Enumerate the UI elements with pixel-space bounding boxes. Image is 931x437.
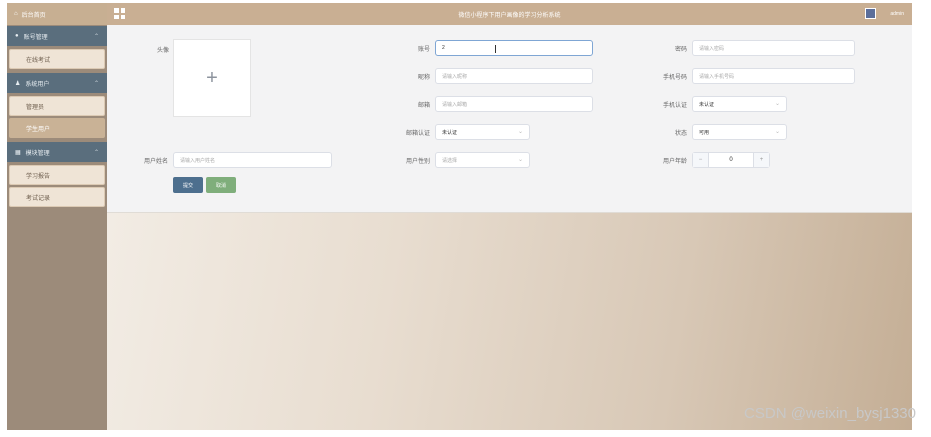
- home-icon: ⌂: [14, 11, 18, 17]
- phone-label: 手机号码: [662, 75, 687, 81]
- plus-icon: +: [206, 66, 218, 89]
- increment-button[interactable]: +: [753, 153, 769, 167]
- sidebar-item-label: 考试记录: [26, 195, 51, 202]
- sidebar-home-label: 后台首页: [21, 12, 46, 19]
- cancel-button[interactable]: 取消: [206, 177, 236, 193]
- user-form: 头像 + 账号 2 昵称 请输入昵称 邮箱 请输入邮箱 邮箱认证 未认证 ⌄ 用…: [107, 25, 912, 213]
- user-name[interactable]: admin: [890, 11, 904, 17]
- password-label: 密码: [674, 47, 687, 53]
- status-value: 可用: [699, 129, 710, 136]
- email-placeholder: 请输入邮箱: [442, 101, 468, 108]
- email-label: 邮箱: [417, 103, 430, 109]
- app-shell: ⌂ 后台首页 ● 账号管理 ⌃ 在线考试 ♟ 系统用户 ⌃ 管理员 学生用户 ▦…: [7, 3, 912, 430]
- phone-verify-value: 未认证: [699, 101, 715, 108]
- phone-verify-label: 手机认证: [662, 103, 687, 109]
- sidebar-item-label: 管理员: [26, 104, 45, 111]
- age-stepper[interactable]: − 0 +: [692, 152, 770, 168]
- app-title: 微信小程序下用户画像的学习分析系统: [458, 13, 561, 19]
- chevron-up-icon: ⌃: [93, 80, 99, 87]
- phone-placeholder: 请输入手机号码: [699, 73, 735, 80]
- real-name-label: 用户姓名: [143, 159, 168, 165]
- chevron-up-icon: ⌃: [93, 149, 99, 156]
- account-input[interactable]: 2: [435, 40, 593, 56]
- real-name-placeholder: 请输入用户姓名: [180, 157, 216, 164]
- chevron-up-icon: ⌃: [93, 33, 99, 40]
- status-select[interactable]: 可用 ⌄: [692, 124, 787, 140]
- top-bar: 微信小程序下用户画像的学习分析系统 admin: [107, 3, 912, 25]
- chevron-down-icon: ⌄: [774, 129, 780, 135]
- password-input[interactable]: 请输入密码: [692, 40, 855, 56]
- sidebar: ⌂ 后台首页 ● 账号管理 ⌃ 在线考试 ♟ 系统用户 ⌃ 管理员 学生用户 ▦…: [7, 3, 107, 430]
- email-verify-select[interactable]: 未认证 ⌄: [435, 124, 530, 140]
- user-icon: ♟: [15, 80, 21, 87]
- text-caret: [495, 45, 496, 53]
- email-verify-value: 未认证: [442, 129, 458, 136]
- sidebar-group-users[interactable]: ♟ 系统用户 ⌃: [7, 73, 107, 93]
- avatar[interactable]: [865, 8, 876, 19]
- sidebar-item-exam[interactable]: 在线考试: [9, 49, 105, 69]
- account-label: 账号: [417, 47, 430, 53]
- age-label: 用户年龄: [662, 159, 687, 165]
- phone-input[interactable]: 请输入手机号码: [692, 68, 855, 84]
- nickname-placeholder: 请输入昵称: [442, 73, 468, 80]
- chevron-down-icon: ⌄: [517, 129, 523, 135]
- sidebar-item-report[interactable]: 学习报告: [9, 165, 105, 185]
- sidebar-item-admin[interactable]: 管理员: [9, 96, 105, 116]
- grid-small-icon: ▦: [15, 149, 21, 156]
- avatar-upload[interactable]: +: [173, 39, 251, 117]
- avatar-label: 头像: [156, 48, 169, 54]
- status-label: 状态: [674, 131, 687, 137]
- gender-placeholder: 请选择: [442, 157, 458, 164]
- password-placeholder: 请输入密码: [699, 45, 725, 52]
- chevron-down-icon: ⌄: [517, 157, 523, 163]
- sidebar-item-label: 在线考试: [26, 57, 51, 64]
- content-background: [107, 213, 912, 430]
- decrement-button[interactable]: −: [693, 153, 709, 167]
- sidebar-group-modules[interactable]: ▦ 模块管理 ⌃: [7, 142, 107, 162]
- gender-select[interactable]: 请选择 ⌄: [435, 152, 530, 168]
- sidebar-group-label: 账号管理: [23, 34, 48, 41]
- account-value: 2: [442, 45, 445, 51]
- nickname-input[interactable]: 请输入昵称: [435, 68, 593, 84]
- sidebar-group-label: 系统用户: [25, 81, 50, 88]
- chevron-down-icon: ⌄: [774, 101, 780, 107]
- sidebar-item-students[interactable]: 学生用户: [9, 118, 105, 138]
- submit-button[interactable]: 提交: [173, 177, 203, 193]
- sidebar-group-account[interactable]: ● 账号管理 ⌃: [7, 26, 107, 46]
- gender-label: 用户性别: [405, 159, 430, 165]
- sidebar-item-records[interactable]: 考试记录: [9, 187, 105, 207]
- watermark: CSDN @weixin_bysj1330: [744, 405, 916, 422]
- sidebar-group-label: 模块管理: [25, 150, 50, 157]
- real-name-input[interactable]: 请输入用户姓名: [173, 152, 332, 168]
- sidebar-item-label: 学习报告: [26, 173, 51, 180]
- sidebar-item-label: 学生用户: [26, 126, 51, 133]
- age-value: 0: [729, 157, 733, 163]
- email-verify-label: 邮箱认证: [405, 131, 430, 137]
- phone-verify-select[interactable]: 未认证 ⌄: [692, 96, 787, 112]
- pin-icon: ●: [15, 33, 19, 39]
- sidebar-home[interactable]: ⌂ 后台首页: [7, 3, 107, 25]
- email-input[interactable]: 请输入邮箱: [435, 96, 593, 112]
- nickname-label: 昵称: [417, 75, 430, 81]
